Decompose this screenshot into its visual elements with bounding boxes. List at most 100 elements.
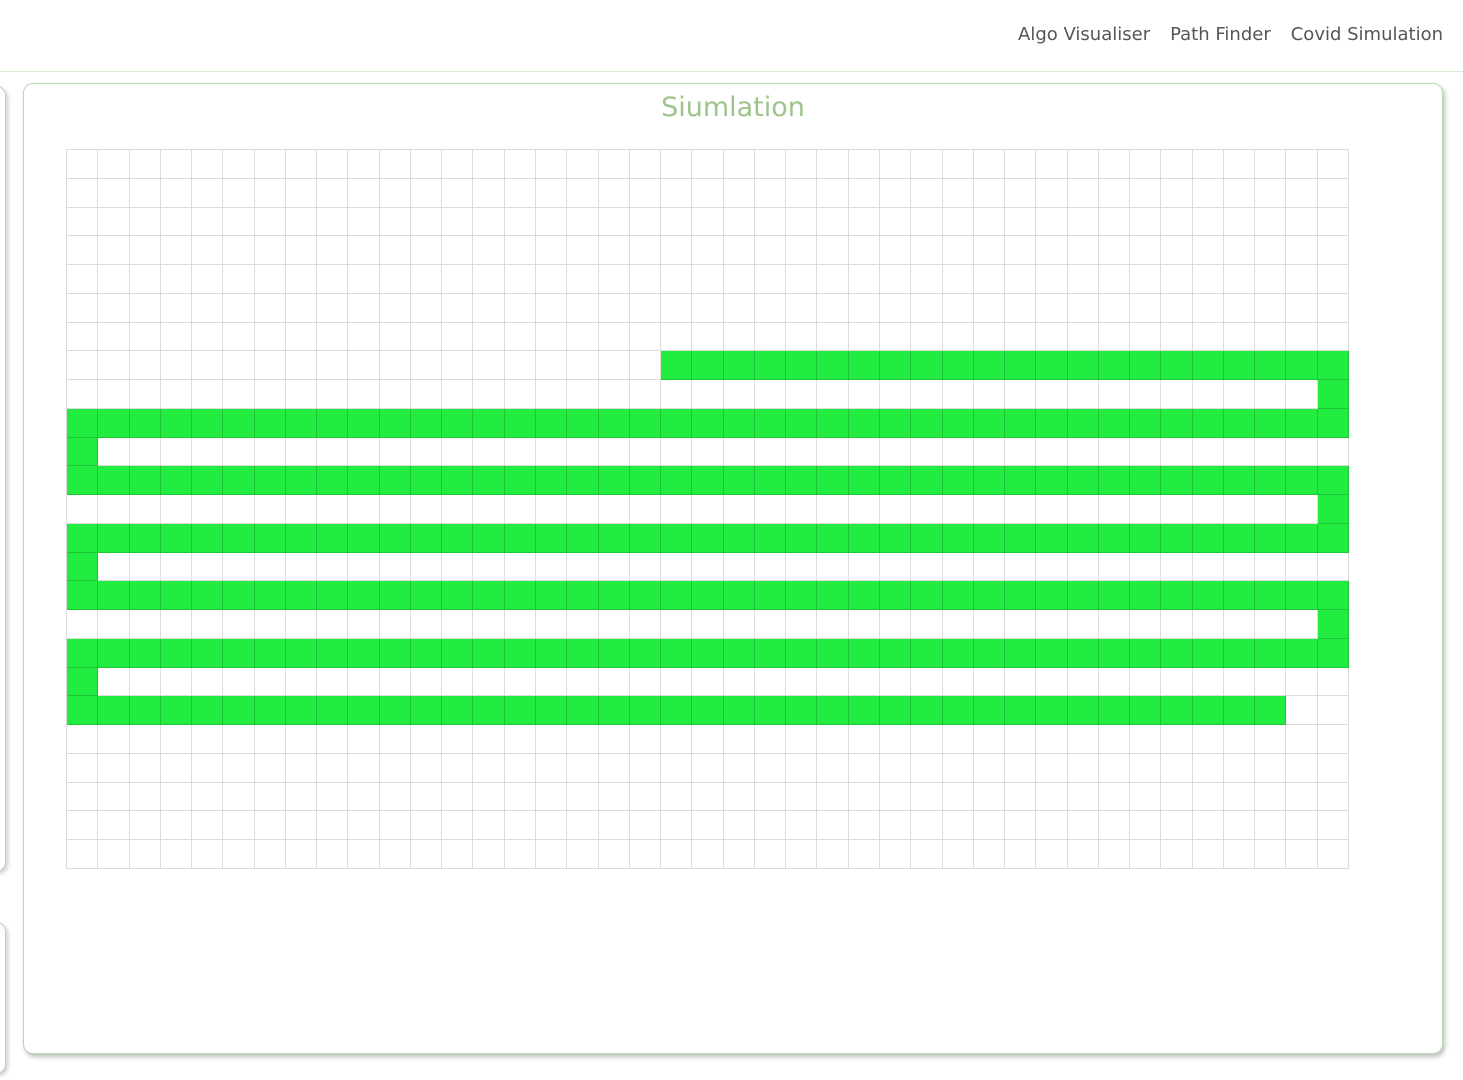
grid-cell[interactable] (129, 782, 161, 812)
grid-cell[interactable] (1005, 610, 1037, 639)
grid-cell[interactable] (1255, 178, 1287, 208)
grid-cell[interactable] (348, 236, 380, 266)
grid-cell[interactable] (254, 178, 286, 208)
grid-cell[interactable] (848, 811, 880, 841)
grid-cell[interactable] (1255, 265, 1287, 294)
grid-cell[interactable] (723, 322, 755, 352)
grid-cell-active[interactable] (973, 638, 1006, 668)
grid-cell-active[interactable] (536, 638, 568, 668)
grid-cell[interactable] (1286, 178, 1318, 208)
grid-cell[interactable] (1286, 667, 1318, 697)
grid-cell[interactable] (1317, 840, 1349, 869)
grid-cell[interactable] (1098, 610, 1131, 639)
grid-cell[interactable] (192, 725, 224, 754)
grid-cell[interactable] (1161, 236, 1193, 266)
grid-cell[interactable] (317, 437, 349, 467)
grid-cell-active[interactable] (317, 408, 349, 438)
grid-cell[interactable] (1005, 840, 1037, 869)
grid-cell-active[interactable] (817, 638, 849, 668)
grid-cell[interactable] (504, 753, 537, 783)
grid-cell-active[interactable] (348, 523, 380, 553)
grid-cell[interactable] (504, 322, 537, 352)
grid-cell-active[interactable] (473, 581, 505, 611)
grid-cell[interactable] (1161, 293, 1193, 323)
grid-cell[interactable] (1286, 322, 1318, 352)
grid-cell[interactable] (879, 753, 912, 783)
grid-cell-active[interactable] (223, 581, 255, 611)
grid-cell[interactable] (911, 840, 943, 869)
grid-cell-active[interactable] (1036, 466, 1068, 496)
grid-cell-active[interactable] (754, 408, 787, 438)
grid-cell[interactable] (723, 667, 755, 697)
grid-cell-active[interactable] (817, 581, 849, 611)
grid-cell[interactable] (504, 782, 537, 812)
grid-cell[interactable] (754, 782, 787, 812)
grid-cell[interactable] (1005, 437, 1037, 467)
grid-cell[interactable] (911, 293, 943, 323)
grid-cell-active[interactable] (1192, 696, 1224, 726)
grid-cell[interactable] (598, 610, 630, 639)
grid-cell[interactable] (536, 293, 568, 323)
grid-cell-active[interactable] (879, 581, 912, 611)
grid-cell[interactable] (348, 380, 380, 409)
grid-cell[interactable] (942, 322, 974, 352)
grid-cell[interactable] (348, 782, 380, 812)
grid-cell[interactable] (786, 552, 818, 582)
grid-cell-active[interactable] (942, 581, 974, 611)
grid-cell[interactable] (129, 178, 161, 208)
grid-cell-active[interactable] (67, 667, 99, 697)
grid-cell[interactable] (1255, 293, 1287, 323)
grid-cell[interactable] (629, 351, 662, 381)
grid-cell-active[interactable] (98, 696, 130, 726)
grid-cell[interactable] (473, 840, 505, 869)
grid-cell[interactable] (598, 811, 630, 841)
grid-cell-active[interactable] (160, 581, 193, 611)
grid-cell[interactable] (98, 437, 130, 467)
grid-cell[interactable] (192, 150, 224, 179)
grid-cell[interactable] (348, 610, 380, 639)
grid-cell-active[interactable] (629, 638, 662, 668)
grid-cell-active[interactable] (848, 351, 880, 381)
grid-cell[interactable] (98, 293, 130, 323)
grid-cell[interactable] (348, 840, 380, 869)
grid-cell[interactable] (629, 610, 662, 639)
grid-cell-active[interactable] (1067, 351, 1099, 381)
grid-cell-active[interactable] (567, 466, 599, 496)
grid-cell[interactable] (754, 725, 787, 754)
grid-cell[interactable] (942, 236, 974, 266)
grid-cell[interactable] (160, 667, 193, 697)
grid-cell[interactable] (754, 380, 787, 409)
grid-cell-active[interactable] (473, 523, 505, 553)
grid-cell[interactable] (536, 437, 568, 467)
grid-cell[interactable] (192, 782, 224, 812)
grid-cell-active[interactable] (598, 466, 630, 496)
grid-cell-active[interactable] (1005, 696, 1037, 726)
grid-cell[interactable] (973, 495, 1006, 524)
grid-cell[interactable] (1098, 725, 1131, 754)
grid-cell[interactable] (1005, 293, 1037, 323)
grid-cell[interactable] (1005, 782, 1037, 812)
grid-cell[interactable] (848, 753, 880, 783)
grid-cell[interactable] (879, 840, 912, 869)
grid-cell-active[interactable] (1317, 581, 1349, 611)
grid-cell-active[interactable] (1192, 466, 1224, 496)
grid-cell[interactable] (98, 725, 130, 754)
grid-cell[interactable] (98, 380, 130, 409)
grid-cell[interactable] (1098, 552, 1131, 582)
grid-cell[interactable] (1223, 150, 1256, 179)
grid-cell-active[interactable] (67, 466, 99, 496)
grid-cell[interactable] (160, 753, 193, 783)
grid-cell-active[interactable] (911, 581, 943, 611)
grid-cell[interactable] (1255, 207, 1287, 237)
grid-cell[interactable] (254, 610, 286, 639)
grid-cell-active[interactable] (98, 638, 130, 668)
grid-cell[interactable] (504, 725, 537, 754)
grid-cell[interactable] (911, 811, 943, 841)
grid-cell[interactable] (1036, 236, 1068, 266)
grid-cell[interactable] (1005, 150, 1037, 179)
grid-cell[interactable] (629, 840, 662, 869)
grid-cell[interactable] (754, 207, 787, 237)
grid-cell[interactable] (473, 753, 505, 783)
grid-cell[interactable] (1098, 437, 1131, 467)
grid-cell[interactable] (98, 811, 130, 841)
